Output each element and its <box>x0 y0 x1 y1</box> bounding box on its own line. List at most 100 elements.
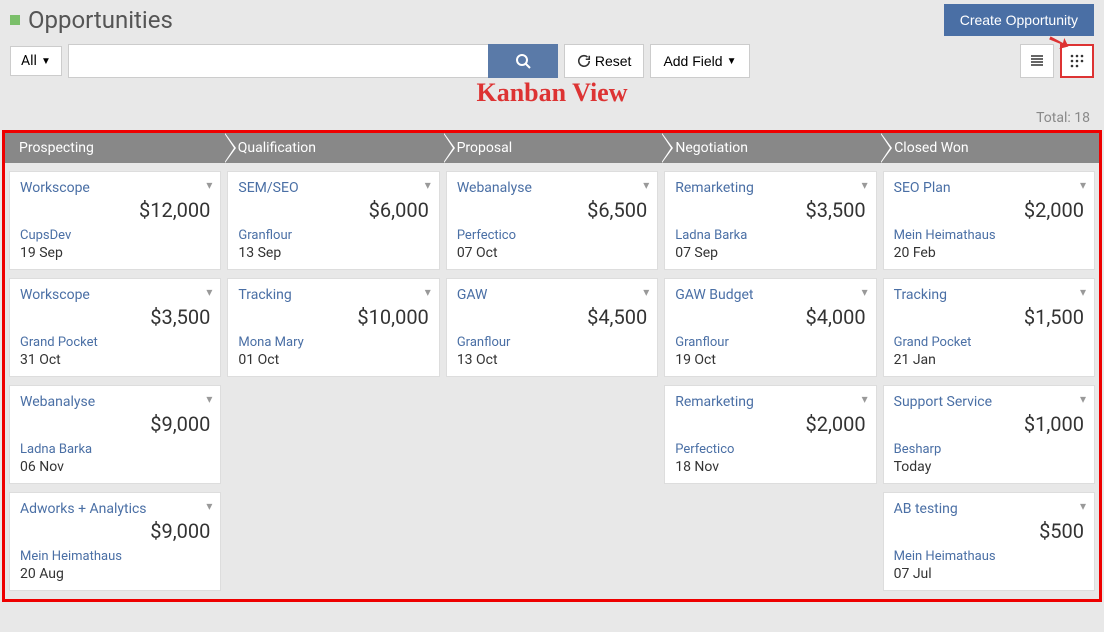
caret-down-icon: ▼ <box>41 56 51 67</box>
reset-label: Reset <box>595 53 632 69</box>
card-menu-icon[interactable]: ▾ <box>1080 285 1086 299</box>
opportunity-card[interactable]: ▾Tracking$10,000Mona Mary01 Oct <box>227 278 439 377</box>
card-name[interactable]: Tracking <box>894 287 1084 303</box>
card-name[interactable]: SEM/SEO <box>238 180 428 196</box>
card-account[interactable]: Perfectico <box>457 228 647 243</box>
card-menu-icon[interactable]: ▾ <box>1080 392 1086 406</box>
list-icon <box>1029 53 1045 69</box>
card-amount: $2,000 <box>894 198 1084 222</box>
reset-button[interactable]: Reset <box>564 44 645 78</box>
card-menu-icon[interactable]: ▾ <box>862 392 868 406</box>
column-header-prospecting[interactable]: Prospecting <box>5 133 224 163</box>
opportunity-card[interactable]: ▾Workscope$3,500Grand Pocket31 Oct <box>9 278 221 377</box>
card-account[interactable]: Ladna Barka <box>20 442 210 457</box>
opportunity-card[interactable]: ▾Adworks + Analytics$9,000Mein Heimathau… <box>9 492 221 591</box>
card-name[interactable]: Webanalyse <box>457 180 647 196</box>
column-header-negotiation[interactable]: Negotiation <box>661 133 880 163</box>
card-name[interactable]: SEO Plan <box>894 180 1084 196</box>
card-account[interactable]: Granflour <box>238 228 428 243</box>
filter-dropdown[interactable]: All ▼ <box>10 46 62 76</box>
card-date: 20 Feb <box>894 245 1084 261</box>
card-date: 07 Jul <box>894 566 1084 582</box>
card-date: 07 Oct <box>457 245 647 261</box>
opportunity-card[interactable]: ▾AB testing $500 Mein Heimathaus 07 Jul <box>883 492 1095 591</box>
card-menu-icon[interactable]: ▾ <box>643 178 649 192</box>
card-date: 13 Sep <box>238 245 428 261</box>
card-menu-icon[interactable]: ▾ <box>643 285 649 299</box>
opportunity-card[interactable]: ▾Remarketing$3,500Ladna Barka07 Sep <box>664 171 876 270</box>
search-button[interactable] <box>488 44 558 78</box>
column-header-proposal[interactable]: Proposal <box>443 133 662 163</box>
opportunity-card[interactable]: ▾GAW$4,500Granflour13 Oct <box>446 278 658 377</box>
opportunity-card[interactable]: ▾Workscope$12,000CupsDev19 Sep <box>9 171 221 270</box>
card-account[interactable]: CupsDev <box>20 228 210 243</box>
card-name[interactable]: AB testing <box>894 501 1084 517</box>
card-name[interactable]: Workscope <box>20 287 210 303</box>
card-account[interactable]: Mein Heimathaus <box>20 549 210 564</box>
card-menu-icon[interactable]: ▾ <box>206 178 212 192</box>
caret-down-icon: ▼ <box>727 56 737 67</box>
search-icon <box>515 53 531 69</box>
card-menu-icon[interactable]: ▾ <box>206 392 212 406</box>
refresh-icon <box>577 54 591 68</box>
card-amount: $1,000 <box>894 412 1084 436</box>
card-name[interactable]: GAW <box>457 287 647 303</box>
card-amount: $2,000 <box>675 412 865 436</box>
card-amount: $3,500 <box>675 198 865 222</box>
card-name[interactable]: Support Service <box>894 394 1084 410</box>
card-amount: $12,000 <box>20 198 210 222</box>
opportunity-card[interactable]: ▾Tracking$1,500Grand Pocket21 Jan <box>883 278 1095 377</box>
card-account[interactable]: Grand Pocket <box>20 335 210 350</box>
card-name[interactable]: GAW Budget <box>675 287 865 303</box>
card-name[interactable]: Webanalyse <box>20 394 210 410</box>
card-menu-icon[interactable]: ▾ <box>1080 499 1086 513</box>
card-date: 20 Aug <box>20 566 210 582</box>
opportunity-card[interactable]: ▾GAW Budget$4,000Granflour19 Oct <box>664 278 876 377</box>
card-date: 31 Oct <box>20 352 210 368</box>
card-menu-icon[interactable]: ▾ <box>425 285 431 299</box>
lane-closedwon: ▾SEO Plan$2,000Mein Heimathaus20 Feb▾Tra… <box>883 171 1095 591</box>
opportunity-card[interactable]: ▾SEO Plan $2,000 Mein Heimathaus 20 Feb <box>883 171 1095 270</box>
card-menu-icon[interactable]: ▾ <box>1080 178 1086 192</box>
card-date: 19 Oct <box>675 352 865 368</box>
total-label: Total: 18 <box>0 108 1104 130</box>
card-menu-icon[interactable]: ▾ <box>425 178 431 192</box>
card-menu-icon[interactable]: ▾ <box>206 285 212 299</box>
card-name[interactable]: Remarketing <box>675 394 865 410</box>
create-opportunity-button[interactable]: Create Opportunity <box>944 4 1094 36</box>
card-menu-icon[interactable]: ▾ <box>206 499 212 513</box>
card-amount: $1,500 <box>894 305 1084 329</box>
card-amount: $500 <box>894 519 1084 543</box>
opportunity-card[interactable]: ▾Webanalyse$6,500Perfectico07 Oct <box>446 171 658 270</box>
card-menu-icon[interactable]: ▾ <box>862 178 868 192</box>
add-field-button[interactable]: Add Field ▼ <box>650 44 749 78</box>
column-header-closedwon[interactable]: Closed Won <box>880 133 1099 163</box>
annotation-label: Kanban View <box>0 78 1104 108</box>
kanban-icon <box>1069 53 1085 69</box>
card-account[interactable]: Perfectico <box>675 442 865 457</box>
opportunity-card[interactable]: ▾SEM/SEO$6,000Granflour13 Sep <box>227 171 439 270</box>
card-account[interactable]: Besharp <box>894 442 1084 457</box>
card-account[interactable]: Granflour <box>675 335 865 350</box>
card-amount: $9,000 <box>20 412 210 436</box>
card-account[interactable]: Mona Mary <box>238 335 428 350</box>
column-header-qualification[interactable]: Qualification <box>224 133 443 163</box>
search-input[interactable] <box>68 44 488 78</box>
card-name[interactable]: Workscope <box>20 180 210 196</box>
card-account[interactable]: Ladna Barka <box>675 228 865 243</box>
opportunity-card[interactable]: ▾Webanalyse $9,000 Ladna Barka 06 Nov <box>9 385 221 484</box>
card-account[interactable]: Grand Pocket <box>894 335 1084 350</box>
card-account[interactable]: Granflour <box>457 335 647 350</box>
card-name[interactable]: Tracking <box>238 287 428 303</box>
card-date: 06 Nov <box>20 459 210 475</box>
lane-negotiation: ▾Remarketing$3,500Ladna Barka07 Sep▾GAW … <box>664 171 876 591</box>
page-title: Opportunities <box>28 6 173 34</box>
card-name[interactable]: Adworks + Analytics <box>20 501 210 517</box>
card-account[interactable]: Mein Heimathaus <box>894 228 1084 243</box>
opportunity-card[interactable]: ▾Remarketing$2,000Perfectico18 Nov <box>664 385 876 484</box>
opportunity-card[interactable]: ▾Support Service$1,000BesharpToday <box>883 385 1095 484</box>
card-account[interactable]: Mein Heimathaus <box>894 549 1084 564</box>
filter-label: All <box>21 53 37 69</box>
card-menu-icon[interactable]: ▾ <box>862 285 868 299</box>
card-name[interactable]: Remarketing <box>675 180 865 196</box>
